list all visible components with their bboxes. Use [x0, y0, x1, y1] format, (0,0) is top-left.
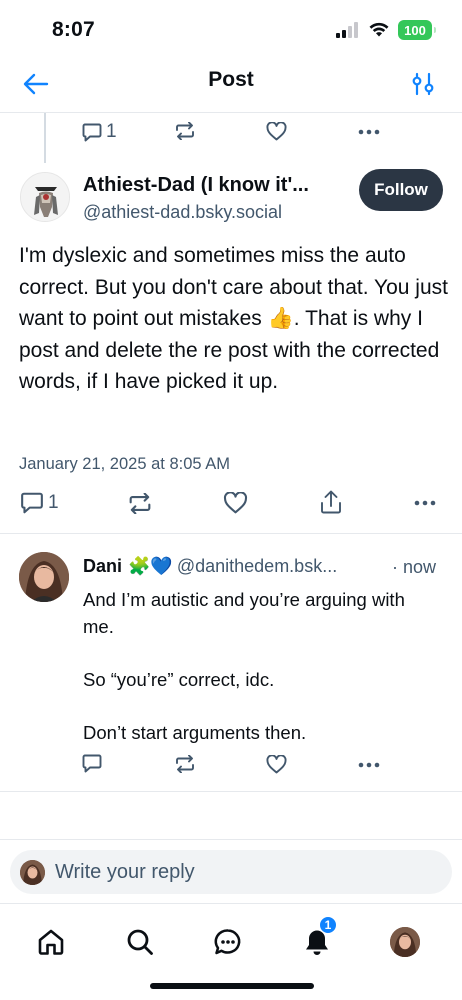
- home-icon: [38, 929, 64, 955]
- author-name[interactable]: Athiest-Dad (I know it'...: [83, 174, 348, 197]
- reply-more-button[interactable]: [358, 762, 380, 768]
- reply-header: Dani 🧩💙 @danithedem.bsk...: [83, 556, 337, 577]
- nav-home[interactable]: [31, 922, 71, 962]
- more-options-icon: [358, 129, 380, 135]
- like-button[interactable]: [223, 492, 248, 514]
- reply-count: 1: [48, 492, 59, 513]
- search-icon: [127, 929, 153, 955]
- reply-author-name[interactable]: Dani: [83, 556, 122, 577]
- nav-notifications[interactable]: 1: [297, 916, 337, 962]
- repost-icon: [176, 122, 194, 140]
- reply-author-emoji: 🧩💙: [128, 556, 173, 576]
- share-button[interactable]: [320, 490, 342, 514]
- reply-avatar[interactable]: [19, 552, 69, 602]
- reply-text: And I’m autistic and you’re arguing with…: [83, 587, 433, 773]
- heart-icon: [266, 122, 287, 141]
- profile-avatar: [390, 927, 420, 957]
- repost-icon: [176, 755, 194, 773]
- composer-divider: [0, 839, 462, 840]
- share-icon: [321, 490, 341, 514]
- composer-placeholder: Write your reply: [55, 860, 195, 883]
- composer-avatar-image: [20, 859, 45, 885]
- reply-avatar-image: [19, 552, 69, 602]
- comment-icon: [82, 754, 102, 773]
- status-icons: 100: [336, 20, 436, 40]
- reply-composer[interactable]: Write your reply: [10, 850, 452, 894]
- post-divider: [0, 533, 462, 534]
- parent-repost-button[interactable]: [175, 122, 195, 140]
- nav-chat[interactable]: [208, 922, 248, 962]
- home-indicator: [150, 983, 314, 989]
- profile-avatar-image: [390, 927, 420, 957]
- heart-icon: [266, 755, 287, 774]
- sliders-icon: [412, 72, 434, 96]
- reply-paragraph: And I’m autistic and you’re arguing with…: [83, 589, 405, 637]
- post-text: I'm dyslexic and sometimes miss the auto…: [19, 244, 448, 393]
- top-header: Post: [0, 58, 462, 113]
- repost-button[interactable]: [128, 493, 152, 514]
- reply-author-handle[interactable]: @danithedem.bsk...: [177, 556, 337, 577]
- parent-reply-count: 1: [106, 121, 117, 142]
- post-date: January 21, 2025 at 8:05 AM: [19, 455, 230, 473]
- parent-reply-button[interactable]: 1: [82, 121, 117, 143]
- notifications-badge: 1: [319, 916, 337, 934]
- reply-timestamp: · now: [392, 557, 437, 577]
- reply-reply-button[interactable]: [82, 754, 102, 773]
- author-handle[interactable]: @athiest-dad.bsky.social: [83, 202, 282, 223]
- more-options-icon: [358, 762, 380, 768]
- heart-icon: [223, 492, 248, 514]
- comment-icon: [82, 123, 102, 141]
- page-title: Post: [208, 68, 254, 91]
- reply-button[interactable]: 1: [20, 492, 59, 514]
- battery-indicator: 100: [398, 20, 436, 40]
- comment-icon: [21, 492, 43, 514]
- chat-bubble-icon: [214, 929, 241, 955]
- nav-profile[interactable]: [385, 922, 425, 962]
- parent-more-button[interactable]: [358, 129, 380, 135]
- repost-icon: [129, 493, 151, 514]
- reply-paragraph: So “you’re” correct, idc.: [83, 668, 275, 690]
- reply-paragraph: Don’t start arguments then.: [83, 721, 307, 743]
- reply-like-button[interactable]: [266, 755, 287, 774]
- status-time: 8:07: [52, 18, 95, 41]
- status-bar: 8:07 100: [0, 0, 462, 58]
- filter-button[interactable]: [406, 67, 440, 101]
- parent-like-button[interactable]: [266, 122, 287, 141]
- author-avatar[interactable]: [20, 172, 70, 222]
- cellular-signal-icon: [336, 22, 358, 38]
- follow-button[interactable]: Follow: [359, 169, 443, 211]
- more-button[interactable]: [414, 500, 436, 506]
- wifi-icon: [369, 22, 389, 37]
- nav-search[interactable]: [120, 922, 160, 962]
- reply-divider: [0, 791, 462, 792]
- thread-line: [44, 113, 46, 163]
- author-avatar-image: [21, 173, 69, 221]
- reply-repost-button[interactable]: [175, 755, 195, 773]
- more-options-icon: [414, 500, 436, 506]
- composer-avatar: [20, 859, 45, 885]
